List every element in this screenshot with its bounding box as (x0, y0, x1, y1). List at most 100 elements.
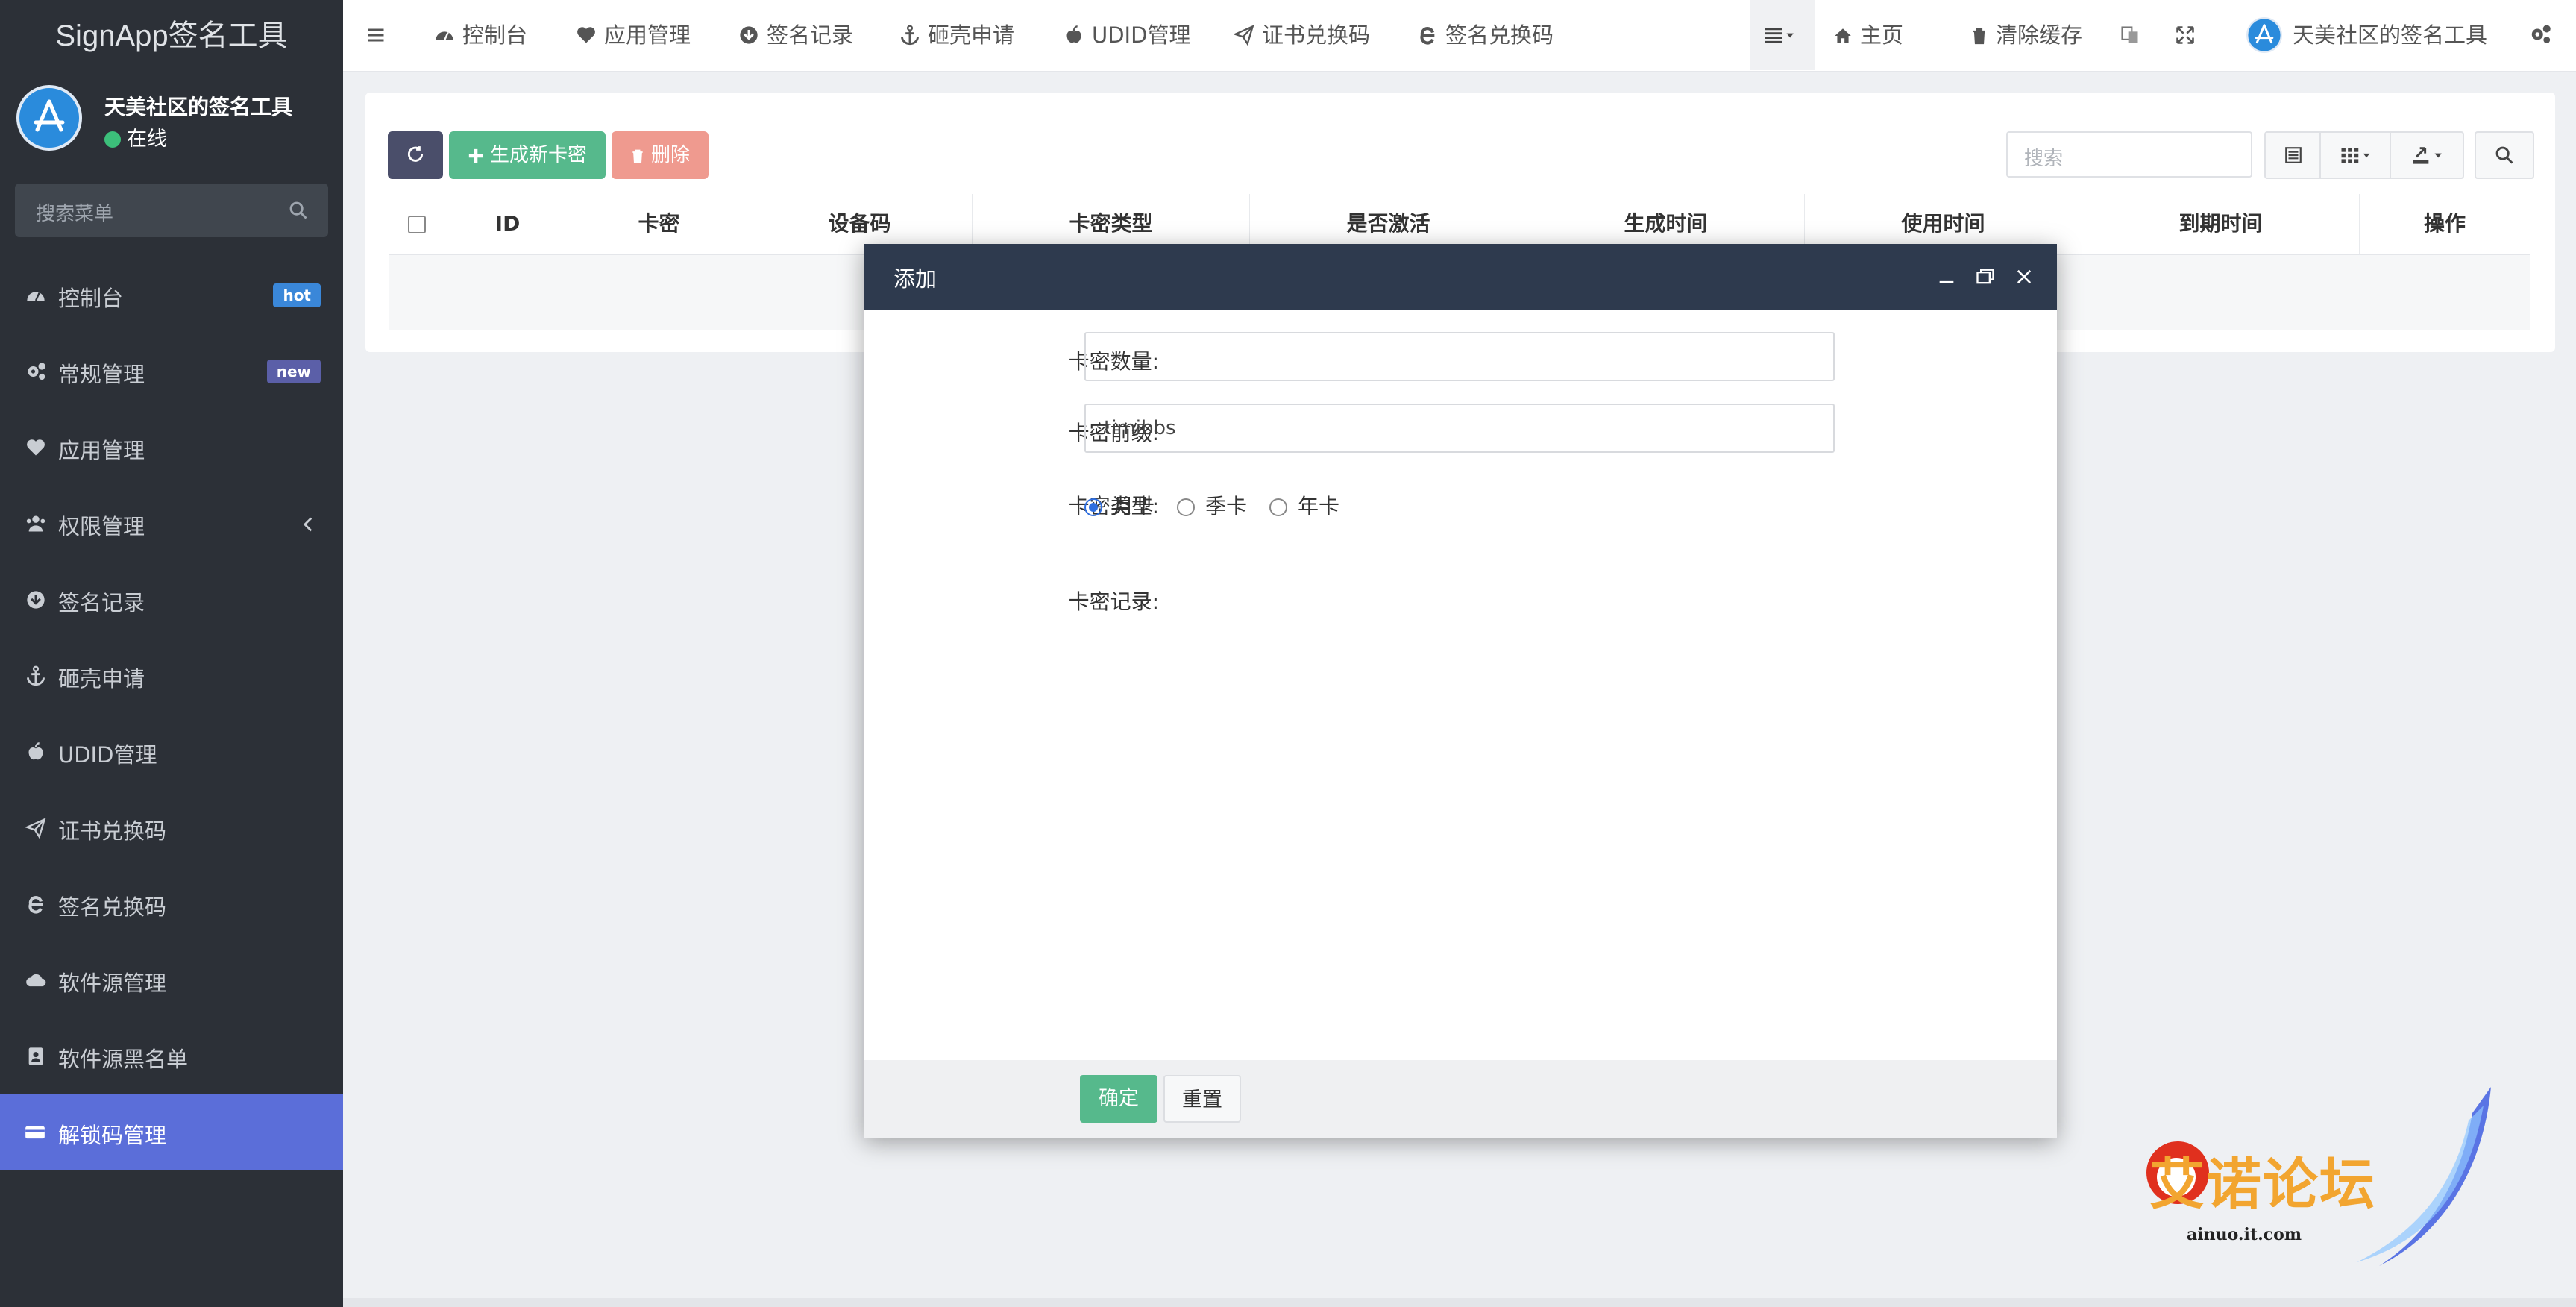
topnav-label: 证书兑换码 (1262, 22, 1371, 48)
reset-button[interactable]: 重置 (1163, 1075, 1241, 1123)
apple-icon (1066, 25, 1081, 43)
card-record-label: 卡密记录: (1068, 589, 1159, 614)
hot-badge: hot (273, 283, 321, 307)
topnav-label: 签名记录 (767, 22, 854, 48)
card-type-quarterly-radio[interactable]: 季卡 (1177, 490, 1247, 520)
sidebar-item-dashboard[interactable]: 控制台 hot (0, 257, 343, 333)
topnav-user-menu[interactable]: 天美社区的签名工具 (2246, 0, 2487, 70)
search-icon (2495, 146, 2513, 164)
user-status: 在线 (104, 122, 167, 151)
settings-button[interactable] (2528, 0, 2560, 70)
sidebar-item-sources[interactable]: 软件源管理 (0, 942, 343, 1018)
sidebar-item-apps[interactable]: 应用管理 (0, 410, 343, 486)
confirm-button[interactable]: 确定 (1080, 1075, 1157, 1123)
refresh-icon (407, 146, 424, 162)
dialog-title: 添加 (893, 266, 937, 292)
card-type-monthly-radio[interactable]: 月卡 (1084, 490, 1155, 520)
delete-button[interactable]: 删除 (612, 131, 709, 179)
export-caret-icon (2413, 147, 2442, 164)
language-button[interactable] (2120, 0, 2148, 70)
watermark-text: 艾诺论坛 (2149, 1153, 2376, 1217)
app-store-icon (34, 99, 65, 132)
card-prefix-input[interactable]: timibbs (1084, 404, 1835, 453)
sidebar-item-label: 证书兑换码 (58, 818, 167, 844)
topnav-decrypt[interactable]: 砸壳申请 (899, 0, 1014, 70)
export-button[interactable] (2390, 131, 2464, 179)
topnav-sign-codes[interactable]: 签名兑换码 (1417, 0, 1554, 70)
sidebar-item-general[interactable]: 常规管理 new (0, 333, 343, 410)
sidebar-item-source-blacklist[interactable]: 软件源黑名单 (0, 1018, 343, 1094)
sidebar-item-sign-codes[interactable]: 签名兑换码 (0, 866, 343, 942)
sidebar-item-unlock-codes[interactable]: 解锁码管理 (0, 1094, 343, 1170)
radio-unchecked-icon (1177, 498, 1195, 516)
topnav-home[interactable]: 主页 (1833, 0, 1903, 70)
sidebar-item-cert-codes[interactable]: 证书兑换码 (0, 790, 343, 866)
dialog-footer: 确定 重置 (864, 1060, 2057, 1138)
sidebar-item-label: UDID管理 (58, 742, 157, 768)
topnav-clear-cache[interactable]: 清除缓存 (1970, 0, 2082, 70)
user-panel: 天美社区的签名工具 在线 (0, 72, 343, 166)
fullscreen-button[interactable] (2175, 0, 2203, 70)
top-navbar: 控制台 应用管理 签名记录 砸壳申请 UDID管理 证书兑换码 签名兑换码 主页… (343, 0, 2576, 72)
sidebar-item-label: 软件源管理 (58, 971, 167, 996)
sidebar-search-input[interactable]: 搜索菜单 (15, 184, 328, 237)
apple-icon (28, 742, 43, 760)
cloud-icon (26, 974, 46, 987)
topnav-dashboard[interactable]: 控制台 (434, 0, 527, 70)
table-search-placeholder: 搜索 (2024, 148, 2064, 170)
translate-icon (2121, 26, 2138, 43)
sidebar-toggle-button[interactable] (365, 0, 394, 70)
search-icon[interactable] (288, 200, 309, 221)
card-type-option-label: 月卡 (1113, 494, 1155, 518)
close-icon[interactable] (2014, 266, 2035, 287)
chevron-left-icon (303, 517, 312, 532)
sidebar-item-udid[interactable]: UDID管理 (0, 714, 343, 790)
sidebar-item-label: 砸壳申请 (58, 666, 145, 692)
app-logo-title[interactable]: SignApp签名工具 (0, 0, 343, 72)
card-type-yearly-radio[interactable]: 年卡 (1269, 490, 1339, 520)
card-count-input[interactable] (1084, 332, 1835, 381)
home-icon (1835, 28, 1851, 43)
topnav-sign-records[interactable]: 签名记录 (738, 0, 853, 70)
column-header-expire[interactable]: 到期时间 (2082, 194, 2360, 254)
sidebar-item-sign-records[interactable]: 签名记录 (0, 562, 343, 638)
topnav-clear-cache-label: 清除缓存 (1996, 22, 2083, 48)
delete-label: 删除 (650, 144, 690, 166)
dialog-header[interactable]: 添加 (864, 244, 2057, 310)
watermark-url: ainuo.it.com (2187, 1225, 2302, 1244)
table-search-input[interactable]: 搜索 (2006, 131, 2252, 178)
select-all-checkbox[interactable] (407, 216, 426, 233)
sidebar-item-label: 解锁码管理 (58, 1123, 167, 1148)
topnav-home-label: 主页 (1860, 22, 1904, 48)
topnav-apps[interactable]: 应用管理 (576, 0, 691, 70)
sidebar-item-decrypt[interactable]: 砸壳申请 (0, 638, 343, 714)
column-header-id[interactable]: ID (444, 194, 571, 254)
sidebar-search-placeholder: 搜索菜单 (36, 203, 114, 225)
refresh-button[interactable] (388, 131, 443, 179)
address-book-icon (28, 1047, 43, 1065)
search-submit-button[interactable] (2475, 131, 2534, 179)
columns-button[interactable] (2319, 131, 2391, 179)
trash-icon (1973, 28, 1985, 45)
menu-dropdown-button[interactable] (1750, 0, 1815, 70)
column-header-actions[interactable]: 操作 (2360, 194, 2530, 254)
cogs-icon (28, 363, 45, 380)
sidebar-menu: 控制台 hot 常规管理 new 应用管理 权限管理 签名记录 砸壳申请 UDI… (0, 257, 343, 1170)
grid-caret-icon (2341, 148, 2370, 163)
user-status-text: 在线 (127, 128, 167, 151)
column-header-card[interactable]: 卡密 (571, 194, 747, 254)
toggle-view-button[interactable] (2264, 131, 2321, 179)
topnav-udid[interactable]: UDID管理 (1064, 0, 1190, 70)
topnav-cert-codes[interactable]: 证书兑换码 (1233, 0, 1371, 70)
paper-plane-icon (1233, 25, 1254, 46)
sidebar-item-permissions[interactable]: 权限管理 (0, 486, 343, 562)
user-name: 天美社区的签名工具 (104, 95, 293, 119)
minimize-icon[interactable] (1936, 266, 1957, 287)
heart-icon (27, 439, 45, 456)
edge-icon (1420, 27, 1435, 45)
select-all-cell (389, 194, 444, 254)
generate-card-button[interactable]: 生成新卡密 (449, 131, 606, 179)
online-dot-icon (104, 131, 121, 148)
plus-icon (468, 148, 483, 163)
maximize-icon[interactable] (1975, 266, 1996, 287)
